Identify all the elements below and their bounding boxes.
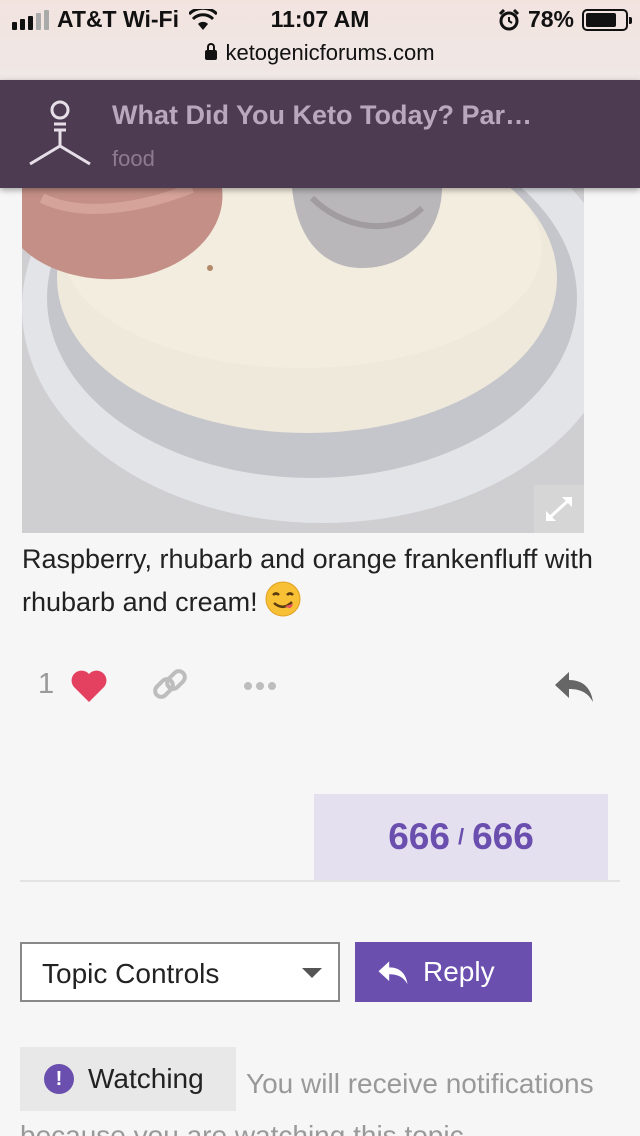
chevron-down-icon	[302, 968, 322, 978]
yum-emoji	[265, 581, 301, 617]
url-text: ketogenicforums.com	[225, 40, 435, 65]
link-icon[interactable]	[150, 666, 190, 706]
topic-controls-dropdown[interactable]: Topic Controls	[20, 942, 340, 1002]
notification-level-label: Watching	[88, 1063, 204, 1094]
lock-icon	[205, 43, 218, 60]
timeline-progress[interactable]: 666 / 666	[314, 794, 608, 880]
food-photo	[22, 188, 584, 533]
topic-controls-label: Topic Controls	[42, 958, 220, 989]
post-text: Raspberry, rhubarb and orange frankenflu…	[22, 544, 593, 617]
topic-header: What Did You Keto Today? Par… food	[0, 80, 640, 188]
like-count[interactable]: 1	[38, 668, 54, 701]
expand-icon	[546, 497, 572, 521]
reply-icon[interactable]	[553, 668, 595, 704]
progress-current: 666	[388, 816, 450, 857]
post-image[interactable]	[22, 188, 584, 533]
expand-image-button[interactable]	[534, 485, 584, 533]
more-icon[interactable]	[240, 676, 280, 696]
reply-icon	[378, 961, 408, 985]
site-logo-icon[interactable]	[24, 100, 96, 170]
status-bar: AT&T Wi-Fi 11:07 AM 78% ketogenicforums.…	[0, 0, 640, 80]
divider	[20, 880, 620, 882]
alarm-icon	[498, 8, 520, 30]
progress-total: 666	[472, 816, 534, 857]
topic-category[interactable]: food	[112, 146, 155, 172]
progress-separator: /	[457, 824, 465, 849]
post-body: Raspberry, rhubarb and orange frankenflu…	[22, 538, 622, 624]
reply-button-label: Reply	[423, 956, 495, 987]
exclamation-icon: !	[44, 1064, 74, 1094]
battery-icon	[582, 8, 632, 31]
notification-level-button[interactable]: ! Watching	[20, 1047, 236, 1111]
topic-title[interactable]: What Did You Keto Today? Par…	[112, 100, 612, 131]
reply-button[interactable]: Reply	[355, 942, 532, 1002]
battery-percent: 78%	[527, 6, 574, 32]
heart-icon[interactable]	[70, 668, 108, 704]
status-right: 78%	[498, 6, 632, 33]
address-bar[interactable]: ketogenicforums.com	[0, 40, 640, 66]
